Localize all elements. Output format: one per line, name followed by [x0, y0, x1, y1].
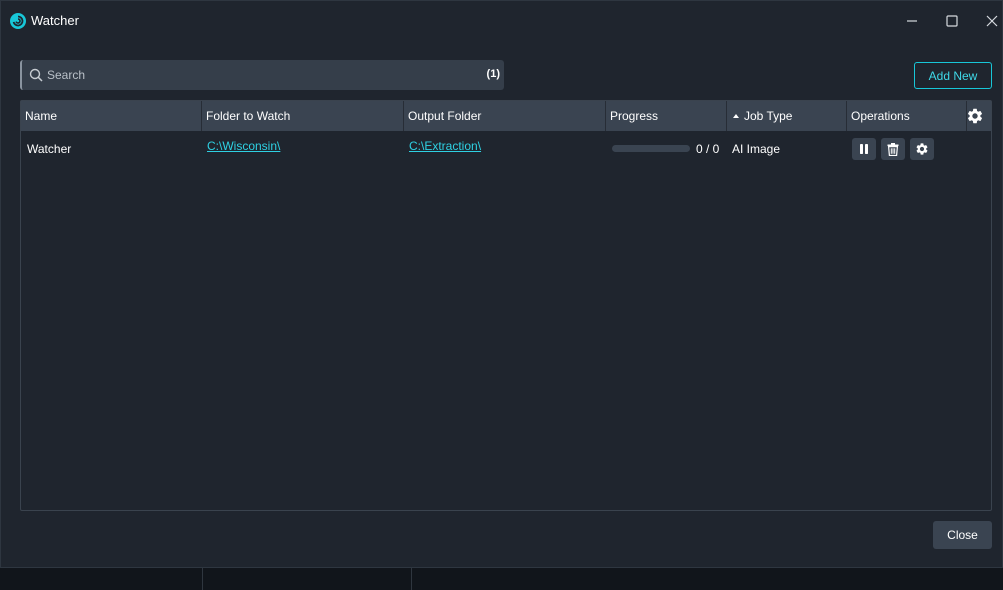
- strip-divider: [411, 568, 412, 590]
- search-input[interactable]: [47, 60, 477, 90]
- folder-to-watch-link[interactable]: C:\Wisconsin\: [207, 139, 280, 153]
- background-taskbar: [0, 568, 1003, 590]
- progress-bar: [612, 145, 690, 152]
- pause-icon: [860, 144, 868, 154]
- search-icon: [29, 68, 43, 82]
- job-type: AI Image: [732, 142, 781, 156]
- delete-button[interactable]: [881, 138, 905, 160]
- window-title: Watcher: [31, 13, 79, 28]
- close-button[interactable]: Close: [933, 521, 992, 549]
- pause-button[interactable]: [852, 138, 876, 160]
- row-name: Watcher: [27, 142, 72, 156]
- minimize-button[interactable]: [900, 9, 924, 33]
- close-icon: [986, 15, 998, 27]
- column-header-job-type[interactable]: Job Type: [727, 101, 847, 131]
- gear-icon: [916, 143, 928, 155]
- progress-text: 0 / 0: [696, 142, 720, 156]
- maximize-icon: [946, 15, 958, 27]
- table-settings-gear-icon[interactable]: [966, 107, 984, 125]
- column-header-operations[interactable]: Operations: [847, 101, 967, 131]
- trash-icon: [887, 142, 899, 156]
- strip-divider: [202, 568, 203, 590]
- watcher-window: Watcher (1) Add New Name: [0, 0, 1003, 568]
- maximize-button[interactable]: [940, 9, 964, 33]
- column-header-progress[interactable]: Progress: [606, 101, 727, 131]
- watcher-table: Name Folder to Watch Output Folder Progr…: [20, 100, 992, 511]
- search-result-count: (1): [486, 68, 500, 80]
- column-header-name[interactable]: Name: [21, 101, 202, 131]
- column-header-folder-to-watch[interactable]: Folder to Watch: [202, 101, 404, 131]
- table-header: Name Folder to Watch Output Folder Progr…: [21, 101, 991, 131]
- app-logo-icon: [10, 13, 26, 29]
- column-header-job-type-label: Job Type: [744, 109, 793, 123]
- column-header-output-folder[interactable]: Output Folder: [404, 101, 606, 131]
- sort-ascending-icon: [733, 114, 739, 118]
- close-window-button[interactable]: [980, 9, 1003, 33]
- minimize-icon: [907, 20, 917, 22]
- table-row[interactable]: Watcher C:\Wisconsin\ C:\Extraction\ 0 /…: [21, 132, 991, 166]
- search-box: (1): [20, 60, 504, 90]
- job-settings-button[interactable]: [910, 138, 934, 160]
- output-folder-link[interactable]: C:\Extraction\: [409, 139, 481, 153]
- add-new-button[interactable]: Add New: [914, 62, 992, 89]
- title-bar: Watcher: [1, 1, 1002, 41]
